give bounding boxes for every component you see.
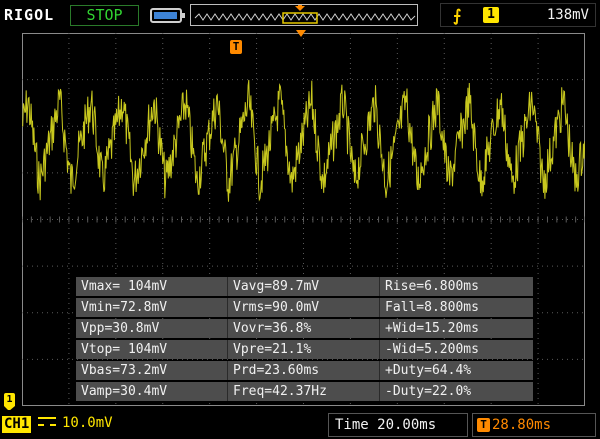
trigger-source-badge: 1 — [483, 7, 499, 23]
measurement-table: Vmax= 104mV Vavg=89.7mV Rise=6.800ms Vmin=7… — [76, 277, 533, 403]
measurement-cell: +Duty=64.4% — [380, 361, 533, 380]
trace-line — [22, 79, 585, 202]
trigger-settings[interactable]: ⨍ 1 138mV — [440, 3, 596, 27]
measurement-cell: Vtop= 104mV — [76, 340, 228, 359]
measurement-cell: Fall=8.800ms — [380, 298, 533, 317]
brand-logo: RIGOL — [4, 6, 55, 24]
channel-1-scale[interactable]: 10.0mV — [62, 415, 113, 431]
trigger-time-marker[interactable]: T — [230, 40, 242, 54]
measurement-row: Vmax= 104mV Vavg=89.7mV Rise=6.800ms — [76, 277, 533, 296]
measurement-row: Vamp=30.4mV Freq=42.37Hz -Duty=22.0% — [76, 382, 533, 401]
measurement-cell: Vmax= 104mV — [76, 277, 228, 296]
measurement-cell: Vmin=72.8mV — [76, 298, 228, 317]
measurement-cell: Rise=6.800ms — [380, 277, 533, 296]
timebase-readout[interactable]: Time 20.00ms — [328, 413, 468, 437]
measurement-cell: Vpre=21.1% — [228, 340, 380, 359]
bottom-status-bar: CH1 10.0mV Time 20.00ms T 28.80ms — [0, 410, 600, 439]
trigger-offset-value: 28.80ms — [492, 417, 552, 433]
channel-coupling-icon — [38, 417, 56, 432]
measurement-row: Vbas=73.2mV Prd=23.60ms +Duty=64.4% — [76, 361, 533, 380]
channel-1-offset-marker[interactable]: 1 — [4, 393, 15, 411]
channel-1-label[interactable]: CH1 — [2, 416, 32, 433]
measurement-cell: -Duty=22.0% — [380, 382, 533, 401]
trigger-offset-icon: T — [477, 418, 490, 432]
trigger-edge-icon: ⨍ — [453, 6, 462, 25]
battery-icon — [150, 8, 185, 23]
trigger-position-icon[interactable] — [296, 30, 306, 37]
measurement-cell: Freq=42.37Hz — [228, 382, 380, 401]
measurement-cell: Vovr=36.8% — [228, 319, 380, 338]
measurement-cell: Vrms=90.0mV — [228, 298, 380, 317]
trigger-level: 138mV — [546, 7, 589, 23]
measurement-row: Vtop= 104mV Vpre=21.1% -Wid=5.200ms — [76, 340, 533, 359]
measurement-cell: Vbas=73.2mV — [76, 361, 228, 380]
measurement-cell: Prd=23.60ms — [228, 361, 380, 380]
measurement-cell: Vamp=30.4mV — [76, 382, 228, 401]
trigger-offset-readout[interactable]: T 28.80ms — [472, 413, 596, 437]
measurement-cell: Vavg=89.7mV — [228, 277, 380, 296]
memory-waveform-icon[interactable] — [190, 4, 418, 26]
measurement-cell: +Wid=15.20ms — [380, 319, 533, 338]
measurement-cell: -Wid=5.200ms — [380, 340, 533, 359]
measurement-row: Vpp=30.8mV Vovr=36.8% +Wid=15.20ms — [76, 319, 533, 338]
measurement-row: Vmin=72.8mV Vrms=90.0mV Fall=8.800ms — [76, 298, 533, 317]
measurement-cell: Vpp=30.8mV — [76, 319, 228, 338]
run-stop-status[interactable]: STOP — [70, 5, 139, 26]
top-status-bar: RIGOL STOP ⨍ 1 138mV — [0, 0, 600, 30]
